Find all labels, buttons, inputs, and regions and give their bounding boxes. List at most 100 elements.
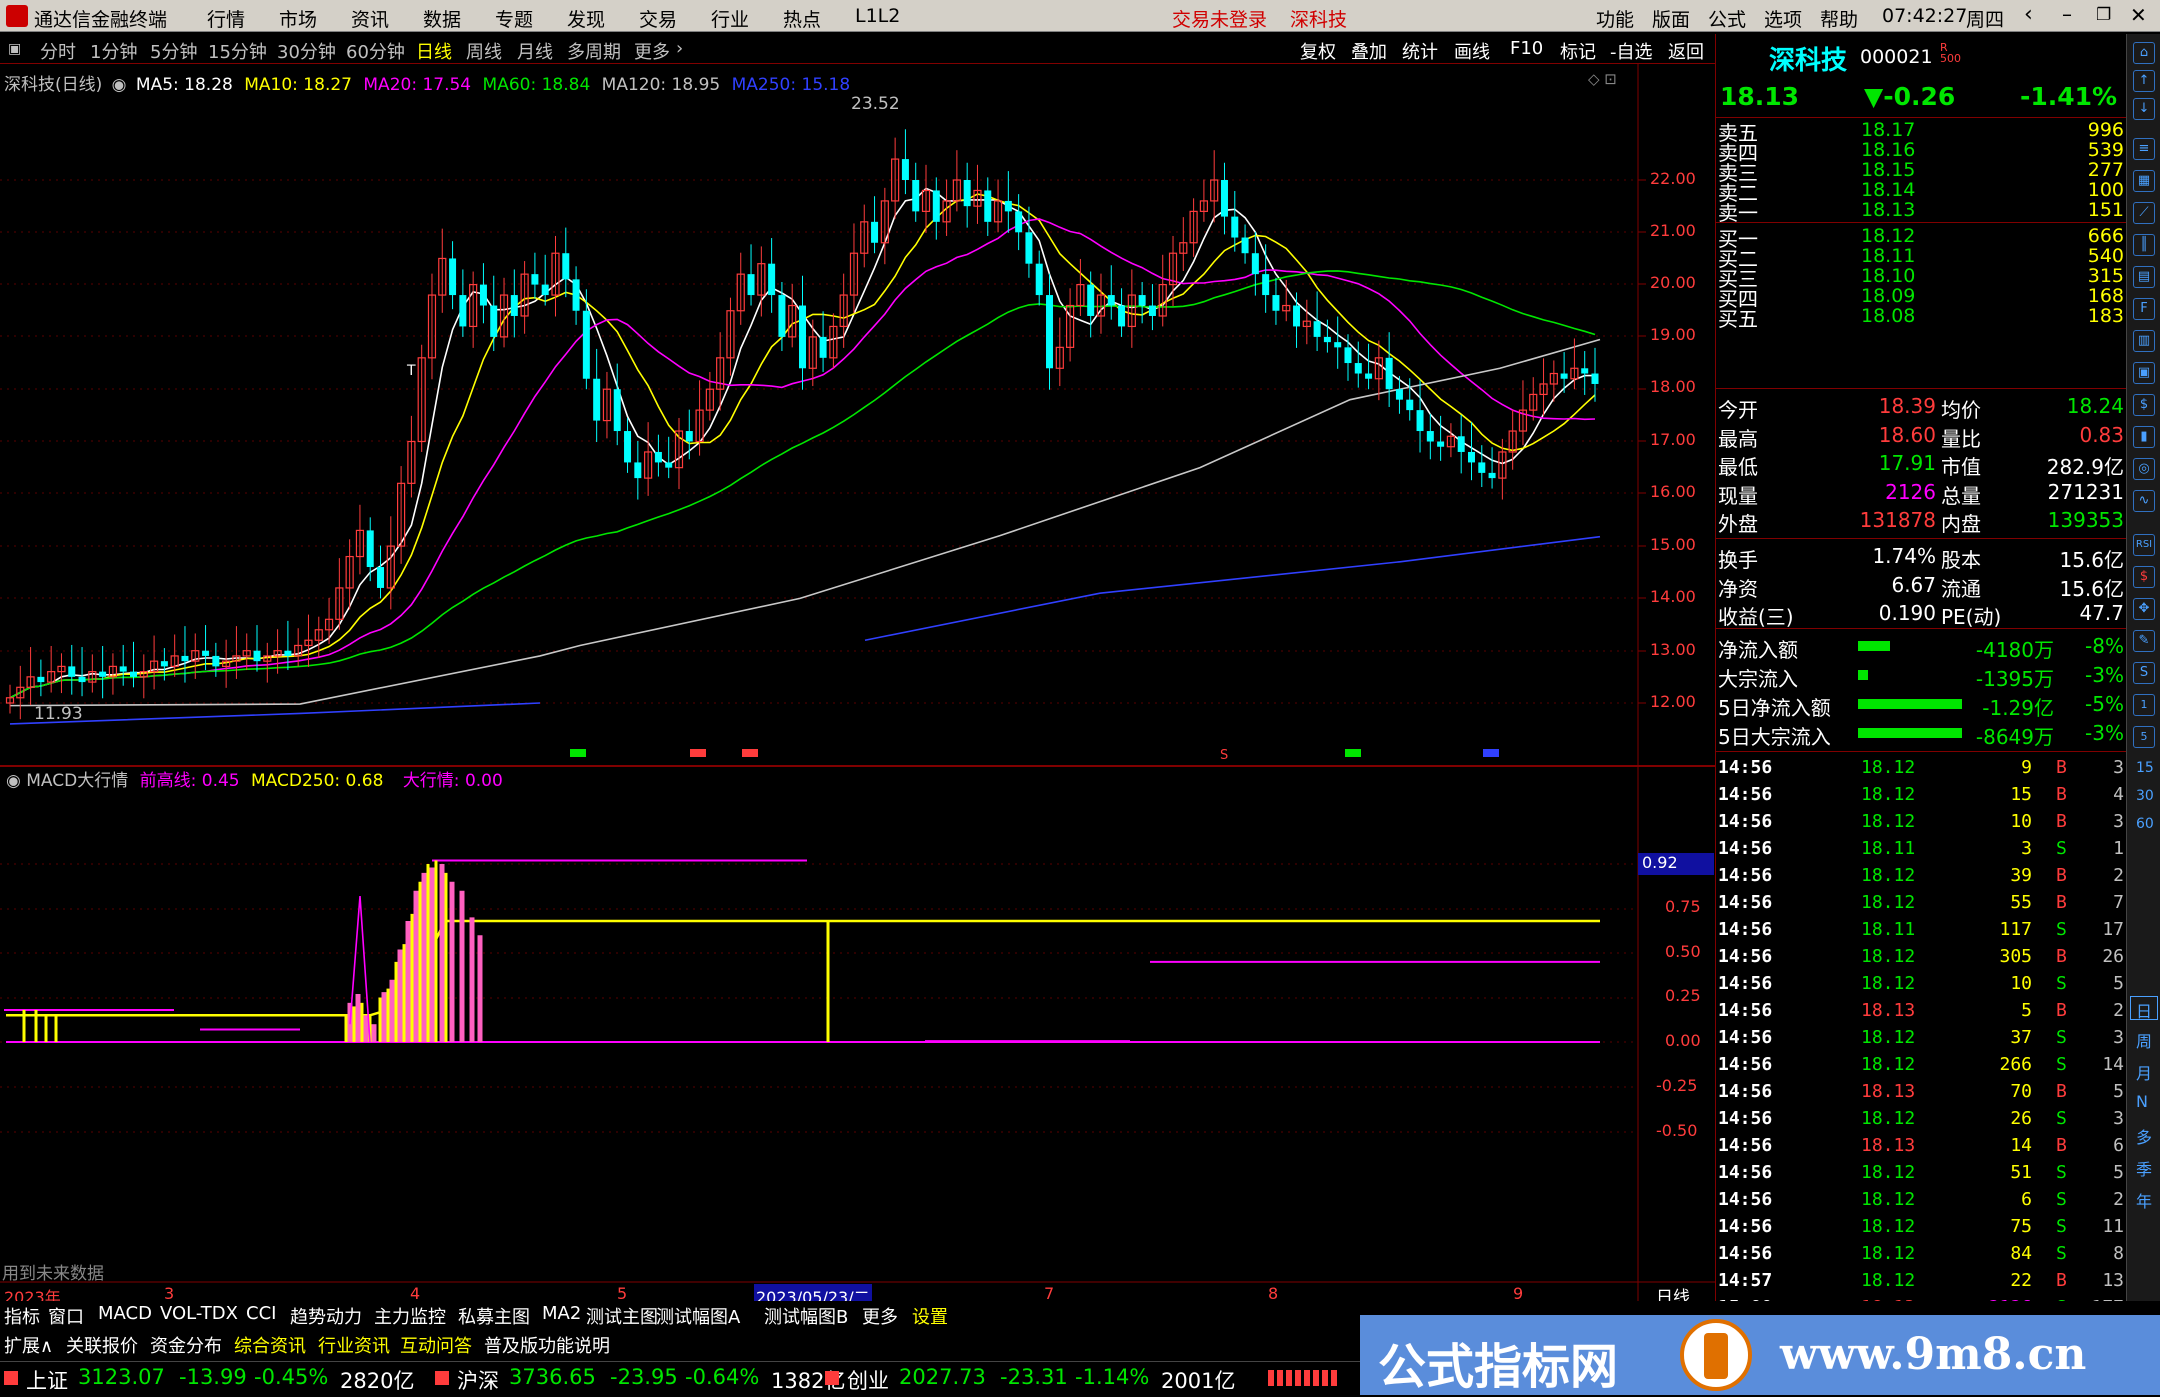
period-5min[interactable]: 5分钟 — [150, 38, 197, 64]
period-daily[interactable]: 日线 — [416, 38, 452, 64]
menu-zixun[interactable]: 资讯 — [351, 5, 389, 32]
bid-row[interactable]: 买一 18.12 666 — [1716, 225, 2126, 251]
btn-diejia[interactable]: 叠加 — [1351, 38, 1387, 64]
menu-bangzhu[interactable]: 帮助 — [1820, 5, 1858, 32]
alert-icon[interactable]: $ — [2133, 566, 2155, 588]
ask-row[interactable]: 卖五 18.17 996 — [1716, 119, 2126, 145]
sidebar-day[interactable]: 日 — [2136, 998, 2152, 1022]
arrow-up-icon[interactable]: ↑ — [2133, 70, 2155, 92]
menu-xuanxiang[interactable]: 选项 — [1764, 5, 1802, 32]
bid-row[interactable]: 买四 18.09 168 — [1716, 285, 2126, 311]
period-5-icon[interactable]: 5 — [2133, 726, 2155, 748]
btn-huaxian[interactable]: 画线 — [1454, 38, 1490, 64]
tab-info-3[interactable]: 综合资讯 — [234, 1332, 306, 1358]
tick-row[interactable]: 14:56 18.12 266 S 14 — [1716, 1051, 2126, 1078]
tick-row[interactable]: 14:56 18.12 15 B 4 — [1716, 781, 2126, 808]
tick-row[interactable]: 14:56 18.11 117 S 17 — [1716, 916, 2126, 943]
tick-row[interactable]: 14:56 18.12 305 B 26 — [1716, 943, 2126, 970]
menu-banmian[interactable]: 版面 — [1652, 5, 1690, 32]
kline-icon[interactable]: ║ — [2133, 234, 2155, 256]
kline-chart[interactable] — [0, 64, 1715, 1301]
menu-l1l2[interactable]: L1L2 — [855, 5, 900, 27]
tab-info-4[interactable]: 行业资讯 — [318, 1332, 390, 1358]
bid-row[interactable]: 买五 18.08 183 — [1716, 305, 2126, 331]
tick-row[interactable]: 14:56 18.12 39 B 2 — [1716, 862, 2126, 889]
sidebar-n[interactable]: N — [2136, 1092, 2148, 1111]
sidebar-month[interactable]: 月 — [2136, 1060, 2152, 1084]
tick-row[interactable]: 14:56 18.12 10 S 5 — [1716, 970, 2126, 997]
close-icon[interactable]: ✕ — [2130, 3, 2147, 27]
index-name[interactable]: 上证 — [26, 1365, 68, 1395]
tick-row[interactable]: 14:56 18.12 6 S 2 — [1716, 1186, 2126, 1213]
menu-redian[interactable]: 热点 — [783, 5, 821, 32]
tab-info-6[interactable]: 普及版功能说明 — [484, 1332, 610, 1358]
pen-icon[interactable]: ✎ — [2133, 630, 2155, 652]
bid-row[interactable]: 买三 18.10 315 — [1716, 265, 2126, 291]
tick-row[interactable]: 14:56 18.12 51 S 5 — [1716, 1159, 2126, 1186]
tick-row[interactable]: 14:56 18.13 14 B 6 — [1716, 1132, 2126, 1159]
menu-gongneng[interactable]: 功能 — [1596, 5, 1634, 32]
tick-row[interactable]: 14:56 18.13 5 B 2 — [1716, 997, 2126, 1024]
tab-indicator-0[interactable]: 指标 — [4, 1303, 40, 1329]
tick-row[interactable]: 14:56 18.11 3 S 1 — [1716, 835, 2126, 862]
panel-toggle-icon[interactable]: ▣ — [8, 41, 21, 57]
fund-icon[interactable]: $ — [2133, 394, 2155, 416]
period-more[interactable]: 更多 — [634, 38, 670, 64]
period-15min[interactable]: 15分钟 — [208, 38, 267, 64]
dollar-icon[interactable]: S — [2133, 662, 2155, 684]
rsi-icon[interactable]: RSI — [2133, 534, 2155, 556]
tab-indicator-2[interactable]: MACD — [98, 1303, 152, 1324]
period-60min[interactable]: 60分钟 — [346, 38, 405, 64]
tab-indicator-4[interactable]: CCI — [246, 1303, 276, 1324]
arrow-down-icon[interactable]: ↓ — [2133, 98, 2155, 120]
restore-icon[interactable]: ❐ — [2096, 5, 2111, 25]
grid-icon[interactable]: ▦ — [2133, 170, 2155, 192]
menu-hangye[interactable]: 行业 — [711, 5, 749, 32]
list-icon[interactable]: ≡ — [2133, 138, 2155, 160]
tick-row[interactable]: 14:56 18.12 75 S 11 — [1716, 1213, 2126, 1240]
sidebar-week[interactable]: 周 — [2136, 1028, 2152, 1052]
ask-row[interactable]: 卖四 18.16 539 — [1716, 139, 2126, 165]
bid-row[interactable]: 买二 18.11 540 — [1716, 245, 2126, 271]
chart-area[interactable]: 深科技(日线) ◉ MA5: 18.28 MA10: 18.27 MA20: 1… — [0, 64, 1715, 1308]
period-1min[interactable]: 1分钟 — [90, 38, 137, 64]
btn-tongji[interactable]: 统计 — [1402, 38, 1438, 64]
btn-zixuan[interactable]: -自选 — [1610, 38, 1653, 64]
chart-icon[interactable]: ▥ — [2133, 330, 2155, 352]
wave-icon[interactable]: ∿ — [2133, 490, 2155, 512]
circle-icon[interactable]: ◎ — [2133, 458, 2155, 480]
tick-row[interactable]: 14:56 18.12 10 B 3 — [1716, 808, 2126, 835]
legend-toggle-icon[interactable]: ◉ — [112, 75, 127, 95]
period-multi[interactable]: 多周期 — [567, 38, 621, 64]
tab-indicator-13[interactable]: 设置 — [912, 1303, 948, 1329]
tab-info-5[interactable]: 互动问答 — [400, 1332, 472, 1358]
period-weekly[interactable]: 周线 — [466, 38, 502, 64]
chart-settings-icon[interactable]: ◇ ⊡ — [1588, 70, 1617, 88]
tab-indicator-12[interactable]: 更多 — [862, 1303, 898, 1329]
tick-row[interactable]: 14:56 18.12 37 S 3 — [1716, 1024, 2126, 1051]
sidebar-year[interactable]: 年 — [2136, 1188, 2152, 1212]
index-name[interactable]: 创业 — [847, 1365, 889, 1395]
tab-indicator-5[interactable]: 趋势动力 — [290, 1303, 362, 1329]
period-1-icon[interactable]: 1 — [2133, 694, 2155, 716]
btn-fuquan[interactable]: 复权 — [1300, 38, 1336, 64]
tab-indicator-9[interactable]: 测试主图 — [586, 1303, 658, 1329]
indicator-toggle-icon[interactable]: ◉ — [6, 771, 21, 791]
sidebar-season[interactable]: 季 — [2136, 1156, 2152, 1180]
ask-row[interactable]: 卖一 18.13 151 — [1716, 199, 2126, 225]
tab-indicator-3[interactable]: VOL-TDX — [160, 1303, 238, 1324]
tick-row[interactable]: 14:57 18.12 22 B 13 — [1716, 1267, 2126, 1294]
back-icon[interactable]: ‹ — [2024, 2, 2033, 27]
tab-indicator-7[interactable]: 私募主图 — [458, 1303, 530, 1329]
tab-info-0[interactable]: 扩展∧ — [4, 1332, 53, 1358]
tick-row[interactable]: 14:56 18.12 55 B 7 — [1716, 889, 2126, 916]
tick-row[interactable]: 14:56 18.13 70 B 5 — [1716, 1078, 2126, 1105]
minimize-icon[interactable]: – — [2062, 2, 2072, 26]
sidebar-multi[interactable]: 多 — [2136, 1124, 2152, 1148]
tab-info-2[interactable]: 资金分布 — [150, 1332, 222, 1358]
menu-jiaoyi[interactable]: 交易 — [639, 5, 677, 32]
period-fenshi[interactable]: 分时 — [40, 38, 76, 64]
up-icon[interactable]: ⌂ — [2133, 42, 2155, 64]
f10-icon[interactable]: F — [2133, 298, 2155, 320]
period-60-label[interactable]: 60 — [2136, 816, 2154, 832]
